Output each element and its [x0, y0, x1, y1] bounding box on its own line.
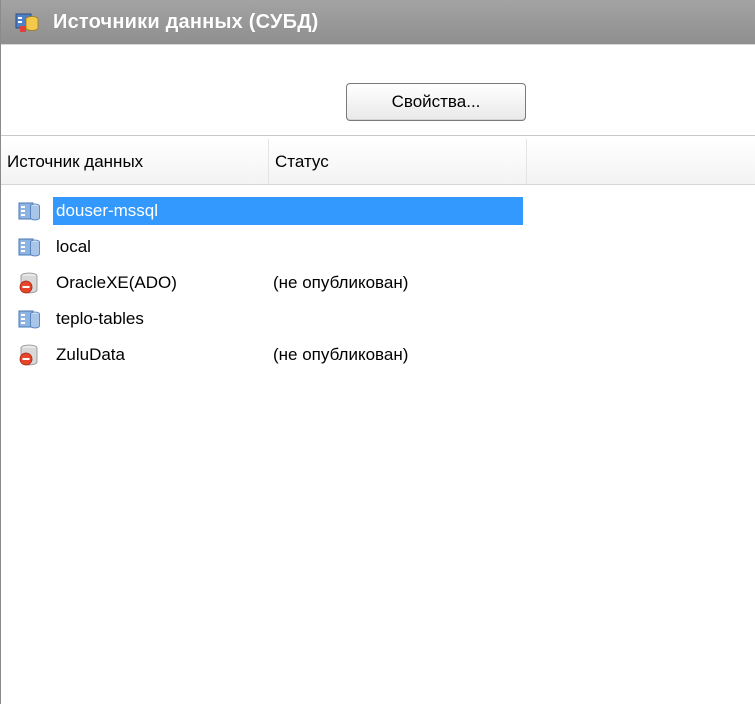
column-header-status[interactable]: Статус — [269, 139, 527, 184]
properties-button[interactable]: Свойства... — [346, 83, 526, 121]
datasource-list: douser-mssql local OracleXE(ADO) (не опу… — [1, 193, 755, 373]
panel-titlebar: Источники данных (СУБД) — [1, 0, 755, 44]
panel-title: Источники данных (СУБД) — [53, 10, 319, 33]
list-item[interactable]: douser-mssql — [1, 193, 755, 229]
datasources-panel: Источники данных (СУБД) Свойства... Исто… — [0, 0, 755, 704]
database-unpublished-icon — [19, 344, 38, 366]
datasource-name: ZuluData — [56, 345, 125, 364]
list-item[interactable]: ZuluData (не опубликован) — [1, 337, 755, 373]
datasource-status: (не опубликован) — [273, 273, 409, 292]
datasource-name: OracleXE(ADO) — [56, 273, 177, 292]
datasource-name: teplo-tables — [56, 309, 144, 328]
list-item[interactable]: OracleXE(ADO) (не опубликован) — [1, 265, 755, 301]
database-table-icon — [18, 202, 40, 221]
column-header-filler — [527, 139, 755, 184]
column-header-source[interactable]: Источник данных — [1, 139, 269, 184]
list-item[interactable]: local — [1, 229, 755, 265]
toolbar: Свойства... — [1, 44, 755, 136]
list-header: Источник данных Статус — [1, 139, 755, 185]
datasource-name: douser-mssql — [53, 197, 523, 225]
database-table-icon — [18, 238, 40, 257]
list-item[interactable]: teplo-tables — [1, 301, 755, 337]
datasource-window-icon — [15, 13, 39, 32]
datasource-name: local — [56, 237, 91, 256]
database-unpublished-icon — [19, 272, 38, 294]
database-table-icon — [18, 310, 40, 329]
datasource-status: (не опубликован) — [273, 345, 409, 364]
